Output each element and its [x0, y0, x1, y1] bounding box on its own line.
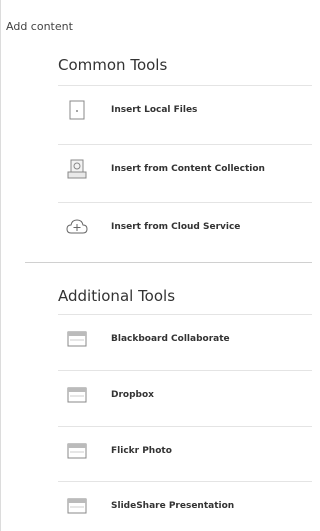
- insert-local-files-label: Insert Local Files: [111, 104, 198, 115]
- insert-from-content-collection-item[interactable]: Insert from Content Collection: [58, 144, 312, 192]
- section-divider: [25, 262, 312, 263]
- insert-from-cloud-service-item[interactable]: Insert from Cloud Service: [58, 202, 312, 250]
- insert-from-cloud-service-label: Insert from Cloud Service: [111, 221, 241, 232]
- tool-window-icon: [66, 495, 88, 517]
- blackboard-collaborate-item[interactable]: Blackboard Collaborate: [58, 314, 312, 362]
- dropbox-item[interactable]: Dropbox: [58, 370, 312, 418]
- flickr-photo-item[interactable]: Flickr Photo: [58, 426, 312, 474]
- slideshare-presentation-item[interactable]: SlideShare Presentation: [58, 481, 312, 529]
- panel-title: Add content: [6, 20, 73, 33]
- additional-tools-heading: Additional Tools: [58, 287, 176, 305]
- add-content-panel: Add content Common Tools Insert Local Fi…: [0, 0, 312, 531]
- tool-window-icon: [66, 384, 88, 406]
- cloud-add-icon: [66, 216, 88, 238]
- slideshare-presentation-label: SlideShare Presentation: [111, 500, 235, 511]
- blackboard-collaborate-label: Blackboard Collaborate: [111, 333, 230, 344]
- dropbox-label: Dropbox: [111, 389, 154, 400]
- insert-local-files-item[interactable]: Insert Local Files: [58, 85, 312, 133]
- content-collection-icon: [66, 158, 88, 180]
- file-icon: [66, 99, 88, 121]
- tool-window-icon: [66, 328, 88, 350]
- flickr-photo-label: Flickr Photo: [111, 445, 172, 456]
- tool-window-icon: [66, 440, 88, 462]
- common-tools-heading: Common Tools: [58, 56, 168, 74]
- insert-from-content-collection-label: Insert from Content Collection: [111, 163, 265, 174]
